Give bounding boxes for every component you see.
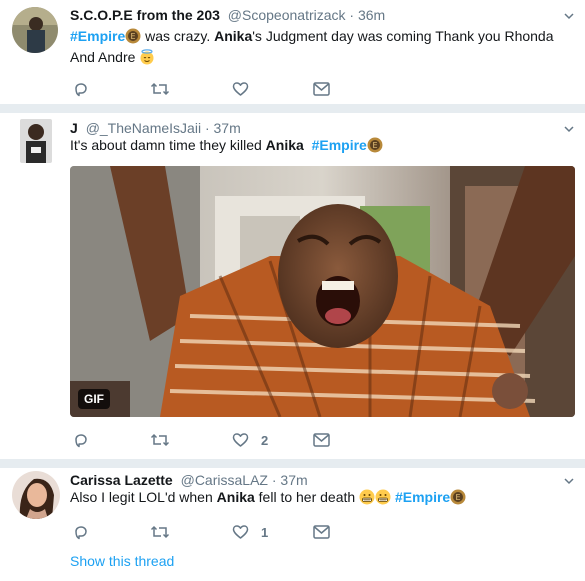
text-segment: fell to her death: [254, 489, 360, 505]
retweet-icon: [150, 525, 170, 539]
like-button[interactable]: 2: [232, 430, 268, 450]
retweet-button[interactable]: [150, 79, 170, 99]
message-icon: [313, 433, 330, 447]
tweet[interactable]: S.C.O.P.E from the 203 @Scopeonatrizack …: [0, 0, 585, 104]
tweet-header: S.C.O.P.E from the 203 @Scopeonatrizack …: [70, 6, 385, 24]
chevron-down-icon[interactable]: [563, 123, 575, 135]
tweet-separator: [0, 459, 585, 468]
like-icon: [232, 525, 249, 539]
empire-emoji: E: [367, 137, 383, 153]
tweet-actions: [70, 79, 370, 99]
display-name[interactable]: S.C.O.P.E from the 203: [70, 7, 220, 23]
like-icon: [232, 433, 249, 447]
tweet[interactable]: J @_TheNameIsJaii · 37m It's about damn …: [0, 113, 585, 459]
bold-keyword: Anika: [214, 28, 253, 44]
timestamp[interactable]: 37m: [214, 120, 241, 136]
reply-icon: [75, 526, 87, 540]
reply-button[interactable]: [73, 430, 89, 450]
avatar[interactable]: [20, 119, 52, 163]
chevron-down-icon[interactable]: [563, 475, 575, 487]
user-handle[interactable]: @Scopeonatrizack: [228, 7, 346, 23]
reply-button[interactable]: [73, 79, 89, 99]
svg-text:E: E: [131, 32, 136, 41]
retweet-icon: [150, 433, 170, 447]
reply-button[interactable]: [73, 522, 89, 542]
gif-media[interactable]: GIF: [70, 166, 575, 417]
angel-emoji: [140, 49, 154, 65]
like-count: 2: [261, 432, 269, 448]
tweet-actions: 2: [70, 430, 370, 450]
hashtag-link[interactable]: #Empire: [70, 28, 125, 44]
text-segment: was crazy.: [141, 28, 215, 44]
separator-dot: ·: [204, 120, 210, 136]
message-button[interactable]: [313, 430, 330, 450]
reply-icon: [75, 83, 87, 97]
text-segment: Also I legit LOL'd when: [70, 489, 217, 505]
message-icon: [313, 82, 330, 96]
gif-frame: [70, 166, 575, 417]
grimace-emoji: [375, 489, 391, 505]
bold-keyword: Anika: [265, 137, 304, 153]
reply-icon: [75, 434, 87, 448]
display-name[interactable]: J: [70, 120, 78, 136]
grimace-emoji: [359, 489, 375, 505]
like-count: 1: [261, 524, 269, 540]
tweet-text: It's about damn time they killed Anika #…: [70, 135, 565, 156]
hashtag-link[interactable]: #Empire: [312, 137, 367, 153]
tweet-text: #Empire E was crazy. Anika's Judgment day…: [70, 26, 565, 68]
message-button[interactable]: [313, 79, 330, 99]
display-name[interactable]: Carissa Lazette: [70, 472, 173, 488]
user-handle[interactable]: @CarissaLAZ: [181, 472, 268, 488]
retweet-button[interactable]: [150, 430, 170, 450]
message-button[interactable]: [313, 522, 330, 542]
retweet-button[interactable]: [150, 522, 170, 542]
text-segment: It's about damn time they killed: [70, 137, 266, 153]
message-icon: [313, 525, 330, 539]
show-thread-link[interactable]: Show this thread: [70, 553, 174, 569]
like-button[interactable]: 1: [232, 522, 268, 542]
chevron-down-icon[interactable]: [563, 10, 575, 22]
empire-emoji: E: [125, 28, 141, 44]
user-handle[interactable]: @_TheNameIsJaii: [86, 120, 201, 136]
tweet-actions: 1: [70, 522, 370, 542]
timestamp[interactable]: 37m: [280, 472, 307, 488]
tweet[interactable]: Carissa Lazette @CarissaLAZ · 37m Also I…: [0, 468, 585, 581]
empire-emoji: E: [450, 489, 466, 505]
hashtag-link[interactable]: #Empire: [395, 489, 450, 505]
tweet-text: Also I legit LOL'd when Anika fell to he…: [70, 487, 565, 508]
separator-dot: ·: [349, 7, 355, 23]
like-button[interactable]: [232, 79, 249, 99]
timestamp[interactable]: 36m: [358, 7, 385, 23]
retweet-icon: [150, 82, 170, 96]
svg-text:E: E: [372, 141, 377, 150]
like-icon: [232, 82, 249, 96]
separator-dot: ·: [271, 472, 277, 488]
gif-badge: GIF: [78, 389, 110, 409]
tweet-separator: [0, 104, 585, 113]
bold-keyword: Anika: [216, 489, 255, 505]
avatar[interactable]: [12, 7, 58, 53]
avatar[interactable]: [12, 471, 60, 519]
svg-text:E: E: [456, 493, 461, 502]
